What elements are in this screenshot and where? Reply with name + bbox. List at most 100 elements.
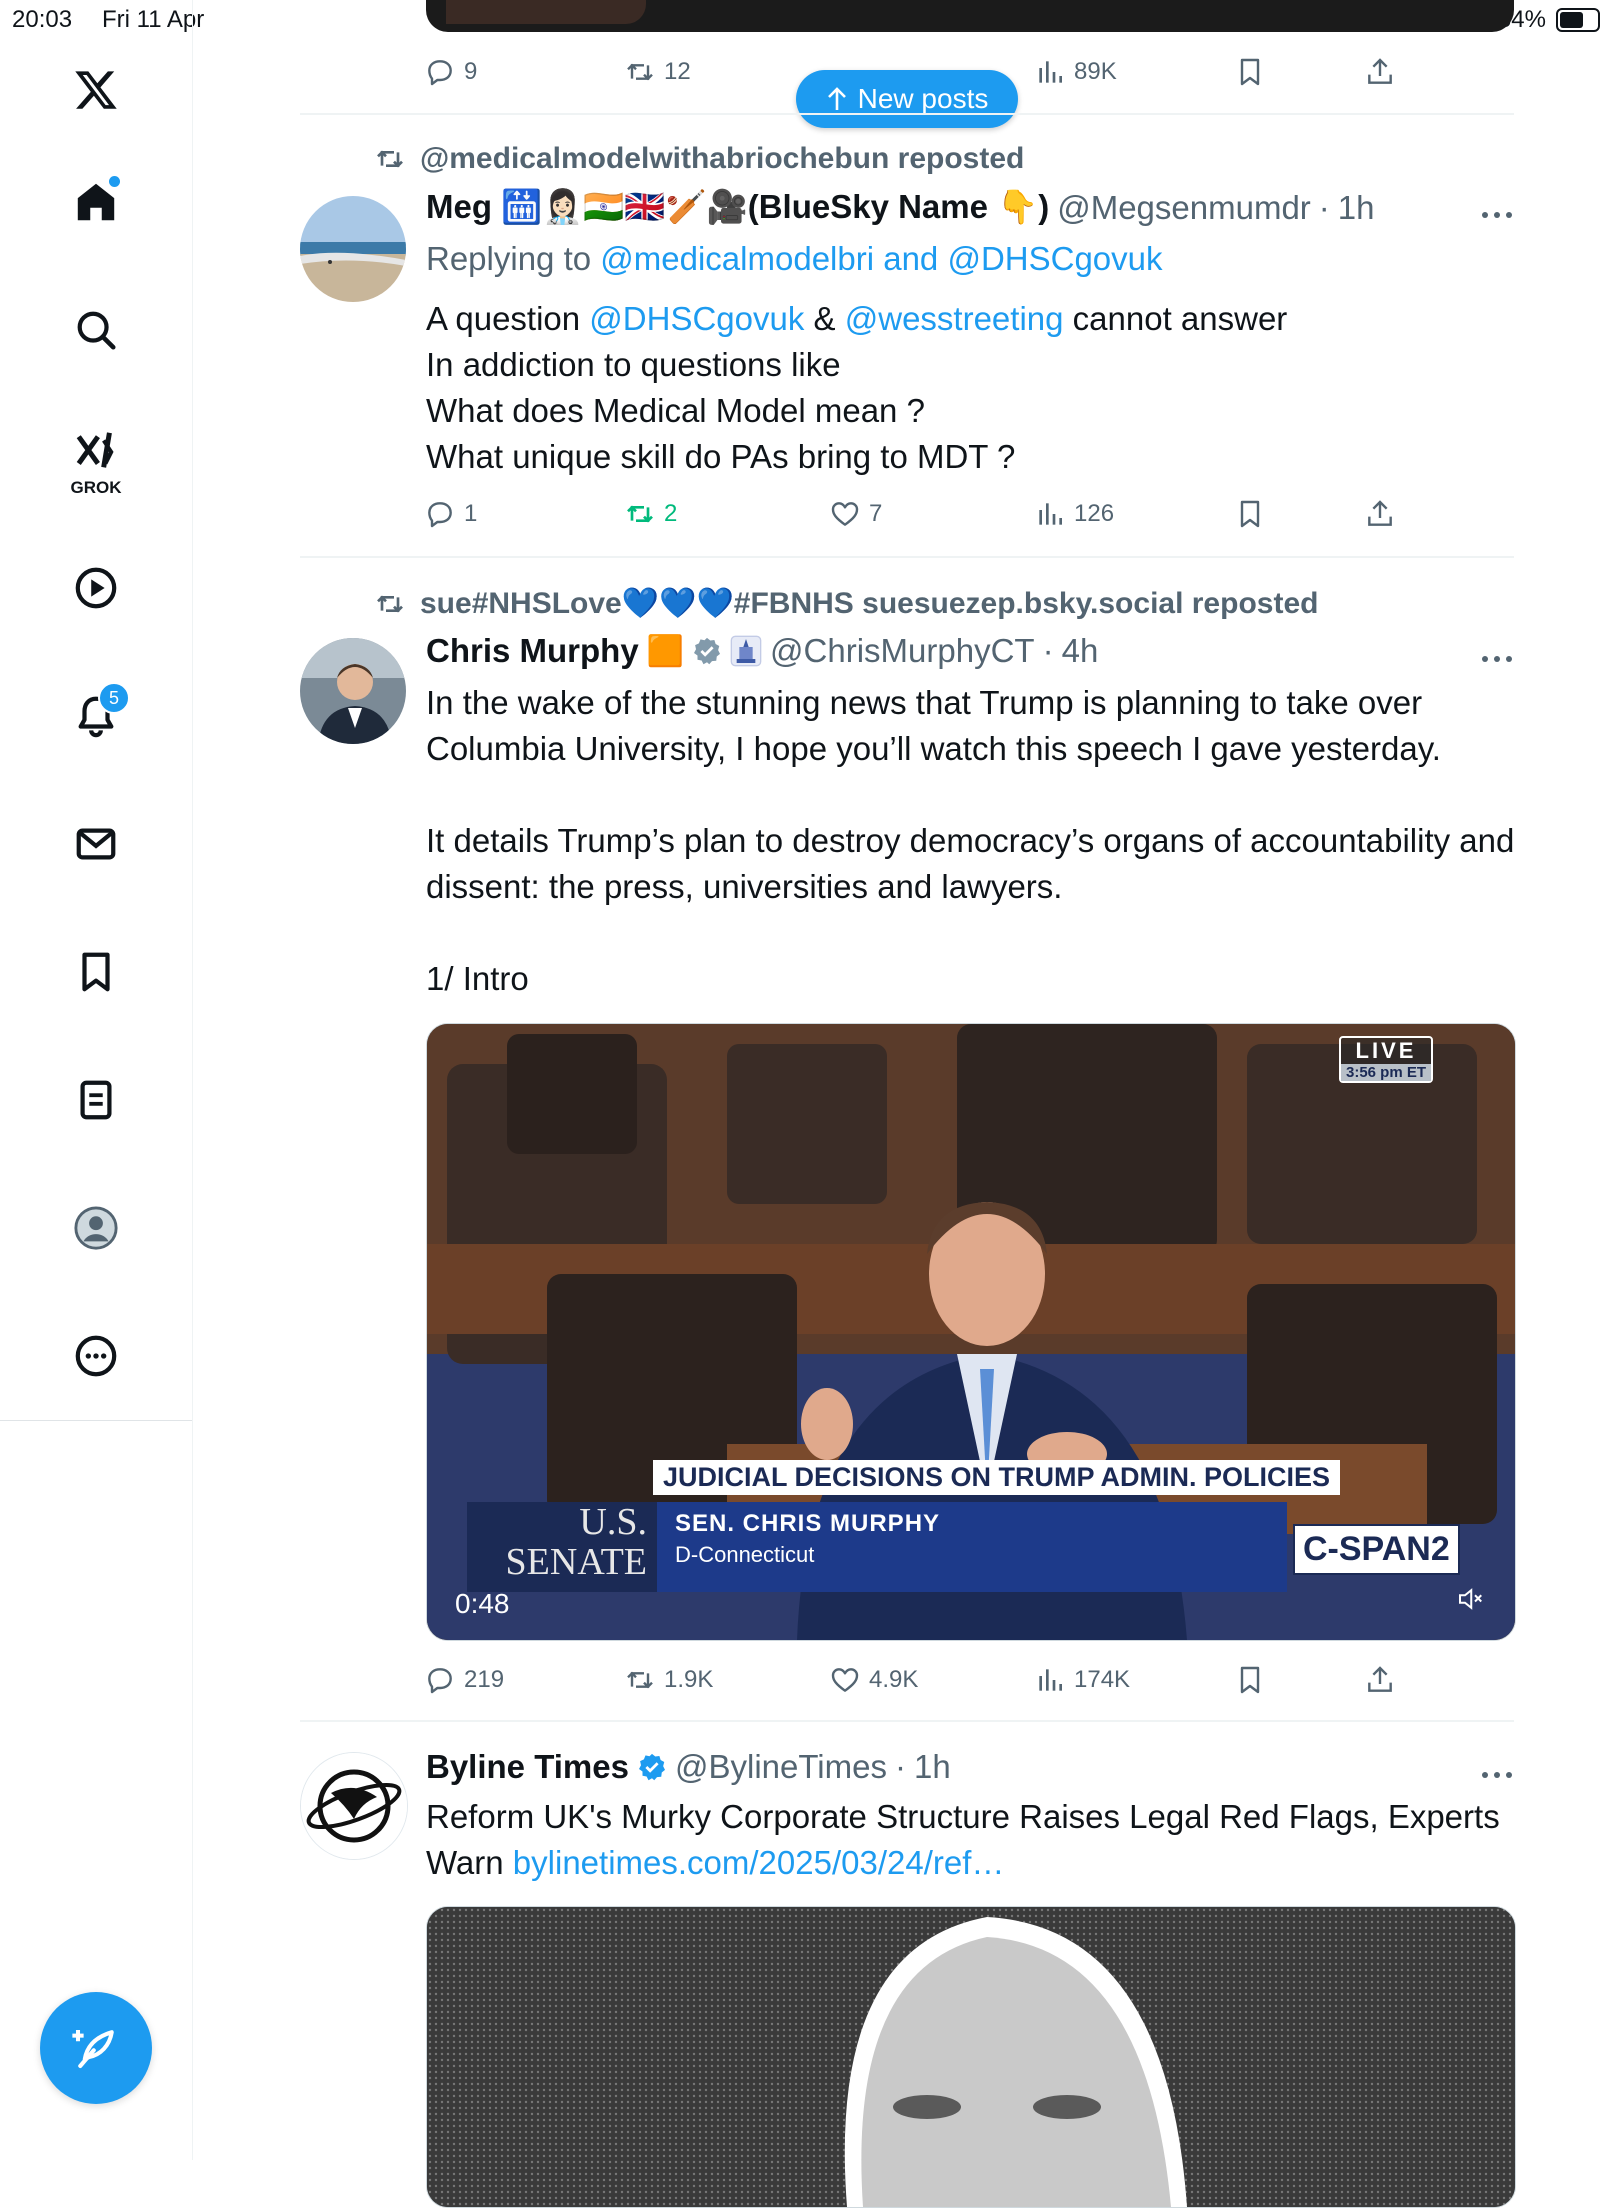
share-button[interactable]	[1364, 498, 1396, 530]
nav-search[interactable]	[60, 294, 132, 366]
author-handle[interactable]: @ChrisMurphyCT	[770, 632, 1035, 670]
views-button[interactable]: 89K	[1034, 56, 1117, 88]
bookmark-icon	[1240, 58, 1260, 86]
article-link[interactable]: bylinetimes.com/2025/03/24/ref…	[513, 1844, 1005, 1881]
post-divider	[300, 113, 1514, 115]
post-actions: 219 1.9K 4.9K 174K	[424, 1664, 1514, 1704]
bookmark-button[interactable]	[1234, 1664, 1266, 1696]
repost-count: 1.9K	[664, 1666, 714, 1693]
reply-button[interactable]: 1	[424, 498, 477, 530]
like-button[interactable]: 7	[829, 498, 882, 530]
byline-times-logo	[301, 1753, 407, 1859]
reply-count: 1	[464, 500, 478, 527]
repost-button[interactable]: 12	[624, 56, 691, 88]
post-time[interactable]: 1h	[914, 1748, 951, 1786]
author-handle[interactable]: @Megsenmumdr	[1057, 189, 1311, 227]
x-logo-icon	[75, 71, 117, 109]
like-count: 7	[869, 500, 883, 527]
repost-icon	[627, 63, 653, 81]
share-button[interactable]	[1364, 1664, 1396, 1696]
body-line: A question @DHSCgovuk & @wesstreeting ca…	[426, 296, 1516, 342]
nav-messages[interactable]	[60, 808, 132, 880]
mute-icon[interactable]	[1455, 1584, 1485, 1614]
nav-profile[interactable]	[60, 1192, 132, 1264]
author-handle[interactable]: @BylineTimes	[675, 1748, 887, 1786]
separator: ·	[894, 1748, 906, 1785]
nav-more[interactable]	[60, 1320, 132, 1392]
more-options-button[interactable]	[1480, 634, 1514, 673]
nav-bookmarks[interactable]	[60, 936, 132, 1008]
views-count: 89K	[1074, 58, 1117, 85]
nav-home[interactable]	[60, 166, 132, 238]
post-time[interactable]: 4h	[1062, 632, 1099, 670]
new-posts-button[interactable]: New posts	[796, 70, 1018, 128]
views-button[interactable]: 174K	[1034, 1664, 1130, 1696]
mention-link[interactable]: @wesstreeting	[845, 300, 1064, 337]
body-paragraph: It details Trump’s plan to destroy democ…	[426, 822, 1515, 905]
government-affiliation-icon	[730, 635, 762, 667]
separator: ·	[1318, 188, 1330, 226]
author-name-emoji: 🟧	[646, 634, 685, 668]
speaker-lower-third: SEN. CHRIS MURPHY D-Connecticut	[657, 1502, 1287, 1592]
replying-to-handles[interactable]: @medicalmodelbri and @DHSCgovuk	[600, 240, 1162, 277]
repost-icon	[377, 594, 403, 613]
verified-badge-icon	[638, 1753, 665, 1781]
author-name[interactable]: Byline Times	[426, 1748, 629, 1786]
like-button[interactable]: 4.9K	[829, 1664, 918, 1696]
x-logo[interactable]	[60, 54, 132, 126]
ellipsis-icon	[1482, 212, 1512, 218]
body-paragraph: In the wake of the stunning news that Tr…	[426, 684, 1441, 767]
reply-count: 9	[464, 58, 478, 85]
list-icon	[80, 1080, 112, 1120]
bookmark-button[interactable]	[1234, 498, 1266, 530]
avatar[interactable]	[300, 638, 406, 744]
more-options-button[interactable]	[1480, 1750, 1514, 1789]
compose-button[interactable]	[40, 1992, 152, 2104]
share-icon	[1368, 500, 1392, 526]
reply-count: 219	[464, 1666, 505, 1693]
avatar[interactable]	[300, 196, 406, 302]
nav-video[interactable]	[60, 552, 132, 624]
article-card-image[interactable]	[426, 1906, 1516, 2208]
repost-button[interactable]: 1.9K	[624, 1664, 713, 1696]
share-button[interactable]	[1364, 56, 1396, 88]
body-paragraph: 1/ Intro	[426, 960, 529, 997]
bookmark-icon	[82, 952, 110, 992]
repost-attribution[interactable]: @medicalmodelwithabriochebun reposted	[374, 142, 1024, 176]
compose-feather-icon	[72, 2030, 114, 2069]
repost-attribution[interactable]: sue#NHSLove💙💙💙#FBNHS suesuezep.bsky.soci…	[374, 586, 1318, 621]
repost-button[interactable]: 2	[624, 498, 677, 530]
speaker-name: SEN. CHRIS MURPHY	[675, 1510, 941, 1537]
share-icon	[1368, 1666, 1392, 1692]
senate-label-1: U.S.	[579, 1501, 647, 1543]
new-posts-label: New posts	[857, 83, 989, 114]
more-options-button[interactable]	[1480, 190, 1514, 229]
reply-icon	[428, 60, 452, 86]
post-time[interactable]: 1h	[1338, 189, 1375, 227]
mail-icon	[76, 828, 116, 860]
post-header: Byline Times @BylineTimes · 1h	[426, 1748, 951, 1786]
replying-prefix: Replying to	[426, 240, 592, 277]
bookmark-button[interactable]	[1234, 56, 1266, 88]
video-player[interactable]: LIVE 3:56 pm ET JUDICIAL DECISIONS ON TR…	[426, 1023, 1516, 1641]
post-divider	[300, 556, 1514, 558]
post-body: In the wake of the stunning news that Tr…	[426, 680, 1516, 1002]
reply-button[interactable]: 9	[424, 56, 477, 88]
nav-lists[interactable]	[60, 1064, 132, 1136]
reply-icon	[428, 502, 452, 528]
mention-link[interactable]: @DHSCgovuk	[589, 300, 804, 337]
author-name[interactable]: Chris Murphy	[426, 632, 639, 670]
views-button[interactable]: 126	[1034, 498, 1114, 530]
reply-button[interactable]: 219	[424, 1664, 504, 1696]
top-post-media[interactable]	[426, 0, 1514, 32]
post-body: A question @DHSCgovuk & @wesstreeting ca…	[426, 296, 1516, 480]
separator: ·	[1042, 632, 1054, 669]
sidebar: GROK 5	[0, 0, 193, 2160]
nav-notifications[interactable]: 5	[60, 680, 132, 752]
grok-icon	[76, 432, 114, 468]
views-count: 174K	[1074, 1666, 1131, 1693]
ellipsis-icon	[1482, 1772, 1512, 1778]
author-name[interactable]: Meg 🛗👩🏻‍⚕️🇮🇳🇬🇧🏏🎥(BlueSky Name 👇)	[426, 188, 1049, 227]
network-logo: C-SPAN2	[1293, 1524, 1460, 1575]
avatar[interactable]	[300, 1752, 408, 1860]
